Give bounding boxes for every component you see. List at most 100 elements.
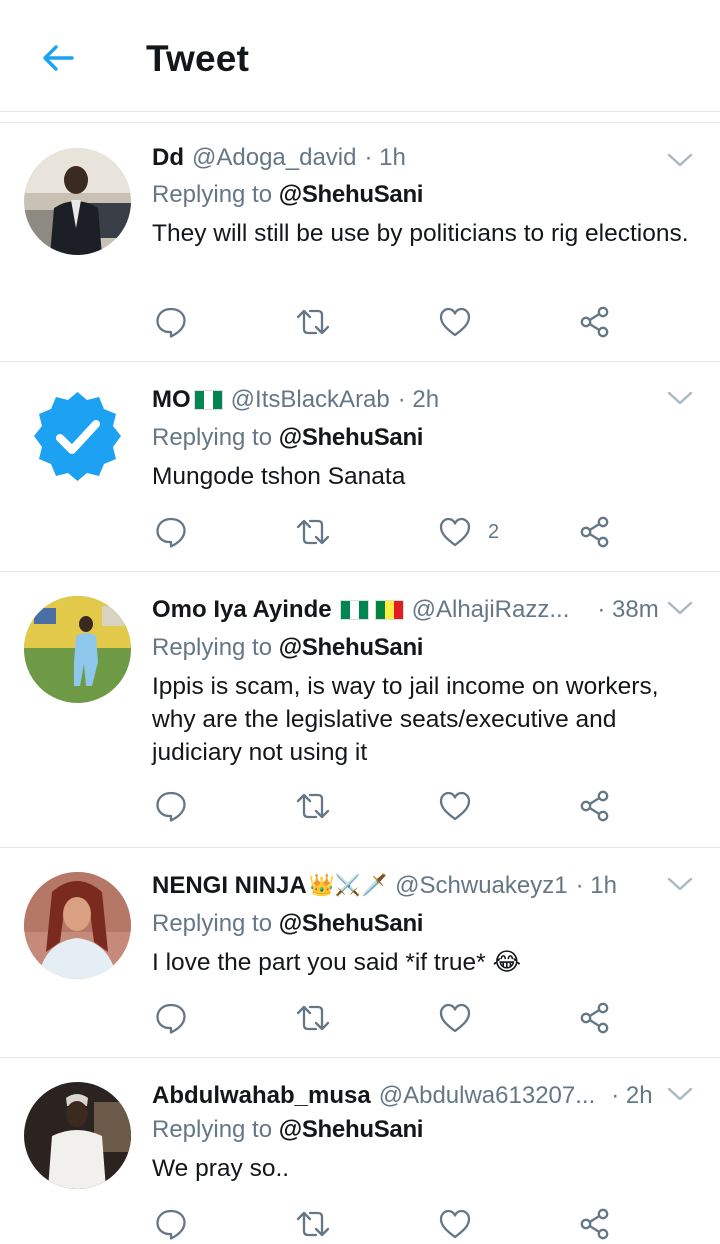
replying-to-line: Replying to @ShehuSani <box>152 181 423 209</box>
tweet-text: They will still be use by politicians to… <box>152 220 689 247</box>
mention-link[interactable]: @ShehuSani <box>279 181 424 208</box>
retweet-icon <box>296 1005 330 1031</box>
replying-to-line: Replying to @ShehuSani <box>152 634 423 662</box>
tweet-text: Mungode tshon Sanata <box>152 463 406 490</box>
avatar[interactable] <box>24 596 131 703</box>
replying-to-label: Replying to <box>152 910 273 937</box>
back-button[interactable] <box>36 36 80 80</box>
retweet-icon <box>296 519 330 545</box>
reply-button[interactable] <box>154 512 188 552</box>
author-line: Abdulwahab_musa @Abdulwa613207... · 2h <box>152 1082 653 1110</box>
nigeria-flag-icon <box>339 600 369 620</box>
retweet-button[interactable] <box>296 786 330 826</box>
like-icon <box>439 517 471 547</box>
author-line: Omo Iya Ayinde @AlhajiRazz... · 38m <box>152 596 659 624</box>
tweet-text: I love the part you said *if true* 😂 <box>152 949 522 976</box>
like-button[interactable]: 2 <box>438 512 499 552</box>
retweet-button[interactable] <box>296 998 330 1038</box>
chevron-down-icon[interactable] <box>666 598 694 618</box>
tweet-actions <box>152 998 622 1038</box>
reply-icon <box>156 1003 186 1034</box>
author-name[interactable]: Omo Iya Ayinde <box>152 596 332 624</box>
author-handle[interactable]: @Abdulwa613207... <box>379 1082 596 1110</box>
share-button[interactable] <box>578 786 612 826</box>
mention-link[interactable]: @ShehuSani <box>279 634 424 661</box>
like-icon <box>439 307 471 337</box>
tweet-time: · 1h <box>575 872 617 899</box>
reply-icon <box>156 307 186 338</box>
reply-icon <box>156 517 186 548</box>
like-button[interactable] <box>438 786 488 826</box>
reply-button[interactable] <box>154 786 188 826</box>
like-icon <box>439 1003 471 1033</box>
share-icon <box>580 306 609 338</box>
reply-tweet[interactable]: Dd @Adoga_david · 1h Replying to @ShehuS… <box>0 124 720 362</box>
reply-button[interactable] <box>154 1204 188 1244</box>
like-button[interactable] <box>438 302 488 342</box>
reply-tweet[interactable]: MO @ItsBlackArab · 2h Replying to @Shehu… <box>0 362 720 572</box>
author-handle[interactable]: @ItsBlackArab <box>231 386 390 414</box>
back-arrow-icon <box>43 45 74 71</box>
share-icon <box>580 516 609 548</box>
replying-to-label: Replying to <box>152 424 273 451</box>
like-icon <box>439 1209 471 1239</box>
avatar[interactable] <box>24 148 131 255</box>
share-button[interactable] <box>578 302 612 342</box>
reply-icon <box>156 791 186 822</box>
reply-button[interactable] <box>154 302 188 342</box>
nigeria-flag-icon <box>193 390 223 410</box>
like-count: 2 <box>488 520 500 543</box>
share-icon <box>580 1002 609 1034</box>
author-name[interactable]: MO <box>152 386 191 414</box>
avatar[interactable] <box>24 386 131 493</box>
like-icon <box>439 791 471 821</box>
retweet-button[interactable] <box>296 512 330 552</box>
tweet-actions: 2 <box>152 512 622 552</box>
chevron-down-icon[interactable] <box>666 1084 694 1104</box>
mention-link[interactable]: @ShehuSani <box>279 424 424 451</box>
replying-to-label: Replying to <box>152 181 273 208</box>
retweet-button[interactable] <box>296 302 330 342</box>
like-button[interactable] <box>438 998 488 1038</box>
like-button[interactable] <box>438 1204 488 1244</box>
retweet-icon <box>296 309 330 335</box>
senegal-flag-icon <box>374 600 404 620</box>
tweet-actions <box>152 1204 622 1244</box>
author-handle[interactable]: @Schwuakeyz1 <box>395 872 567 900</box>
replying-to-line: Replying to @ShehuSani <box>152 1116 423 1144</box>
retweet-icon <box>296 793 330 819</box>
chevron-down-icon[interactable] <box>666 150 694 170</box>
reply-button[interactable] <box>154 998 188 1038</box>
reply-tweet[interactable]: Abdulwahab_musa @Abdulwa613207... · 2h R… <box>0 1058 720 1244</box>
page-title: Tweet <box>146 38 250 79</box>
share-button[interactable] <box>578 512 612 552</box>
replying-to-label: Replying to <box>152 1116 273 1143</box>
tweet-actions <box>152 302 622 342</box>
avatar[interactable] <box>24 1082 131 1189</box>
name-emoji: 👑⚔️🗡️ <box>308 874 388 897</box>
replying-to-line: Replying to @ShehuSani <box>152 910 423 938</box>
author-handle[interactable]: @AlhajiRazz... <box>412 596 570 624</box>
author-line: NENGI NINJA 👑⚔️🗡️ @Schwuakeyz1 · 1h <box>152 872 617 900</box>
author-line: Dd @Adoga_david · 1h <box>152 144 406 172</box>
reply-tweet[interactable]: NENGI NINJA 👑⚔️🗡️ @Schwuakeyz1 · 1h Repl… <box>0 848 720 1058</box>
share-icon <box>580 790 609 822</box>
author-name[interactable]: NENGI NINJA <box>152 872 307 900</box>
share-button[interactable] <box>578 1204 612 1244</box>
mention-link[interactable]: @ShehuSani <box>279 910 424 937</box>
author-line: MO @ItsBlackArab · 2h <box>152 386 439 414</box>
retweet-button[interactable] <box>296 1204 330 1244</box>
retweet-icon <box>296 1211 330 1237</box>
chevron-down-icon[interactable] <box>666 874 694 894</box>
tweet-time: · 2h <box>397 386 440 413</box>
reply-tweet[interactable]: Omo Iya Ayinde @AlhajiRazz... · 38m Repl… <box>0 572 720 848</box>
avatar[interactable] <box>24 872 131 979</box>
chevron-down-icon[interactable] <box>666 388 694 408</box>
author-handle[interactable]: @Adoga_david <box>192 144 356 172</box>
app-header: Tweet <box>0 0 720 112</box>
share-button[interactable] <box>578 998 612 1038</box>
mention-link[interactable]: @ShehuSani <box>279 1116 424 1143</box>
author-name[interactable]: Abdulwahab_musa <box>152 1082 371 1110</box>
share-icon <box>580 1208 609 1240</box>
author-name[interactable]: Dd <box>152 144 184 172</box>
